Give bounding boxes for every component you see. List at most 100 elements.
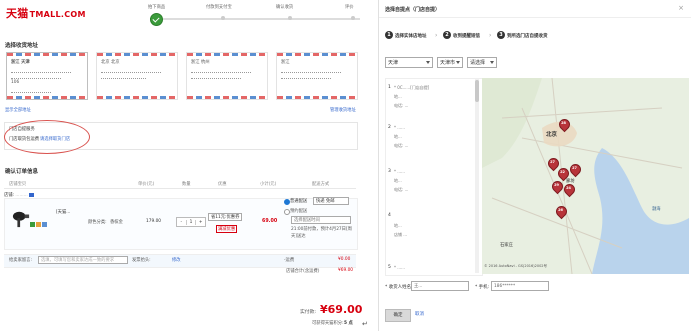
map-label-bohai: 渤海 <box>652 207 661 212</box>
phone-input[interactable]: 186****** <box>491 281 549 291</box>
col-header: 配送方式 <box>312 182 330 187</box>
progress-track <box>150 18 360 20</box>
show-all-addresses-link[interactable]: 显示全部地址 <box>5 107 31 113</box>
confirm-button[interactable]: 确定 <box>385 309 411 322</box>
dialog-step-label: 选择实体店地址 <box>395 34 427 39</box>
address-card-selected[interactable]: 浙江 天津 106 <box>6 52 88 100</box>
col-header: 数量 <box>182 182 191 187</box>
total-amount: ¥69.00 <box>320 303 363 316</box>
qty-value[interactable]: 1 <box>185 219 196 225</box>
store-total-value: ¥69.00 <box>338 268 354 273</box>
map-label-beijing: 北京 <box>546 132 558 138</box>
district-select[interactable]: 请选择 <box>467 57 497 68</box>
shipping-fee-label: -运费 <box>284 258 295 263</box>
shipping-method-select[interactable]: 快递 免邮 <box>313 197 349 205</box>
discount-tag: 满减优惠 <box>216 225 238 233</box>
address-card[interactable]: 浙江 <box>276 52 358 100</box>
discount-select[interactable]: 省11元:优惠券 <box>208 213 242 221</box>
item-price: 179.00 <box>146 219 162 224</box>
step-done-icon <box>150 13 163 26</box>
checkout-page: 天猫TMALL.COM 拍下商品 付款到支付宝 确认收货 评价 选择收货地址 浙… <box>0 0 362 331</box>
item-title[interactable]: [天猫... <box>56 209 70 215</box>
invoice-edit-link[interactable]: 修改 <box>172 257 181 263</box>
chevron-down-icon <box>456 61 460 64</box>
invoice-label: 发票抬头: <box>132 258 151 263</box>
step-dot-icon <box>351 16 355 20</box>
cancel-link[interactable]: 取消 <box>415 311 424 317</box>
step-number-icon: 2 <box>443 31 451 39</box>
step-label-3: 确认收货 <box>276 5 294 10</box>
address-card[interactable]: 北京 北京 <box>96 52 178 100</box>
item-subtotal: 69.00 <box>262 219 278 224</box>
step-number-icon: 1 <box>385 31 393 39</box>
map-label-shijiazhuang: 石家庄 <box>500 243 513 248</box>
hair-dryer-thumbnail[interactable] <box>12 210 30 228</box>
store-list-item[interactable]: 4 地... 店铺 ... <box>388 213 474 253</box>
item-color-value: 香槟金 <box>110 220 123 225</box>
col-header: 单价(元) <box>138 182 155 187</box>
qty-minus-button[interactable]: - <box>177 220 186 225</box>
step-label-1: 拍下商品 <box>148 5 166 10</box>
col-header: 店铺宝贝 <box>9 182 27 187</box>
tmall-logo[interactable]: 天猫TMALL.COM <box>6 5 86 21</box>
address-region: 浙江 天津 <box>11 60 30 65</box>
quantity-stepper[interactable]: - 1 + <box>176 217 206 227</box>
arrow-right-icon: › <box>435 32 438 39</box>
store-picker-dialog: 选择自提点（门店自提） × 1 选择实体店地址 › 2 收到提醒短信 › 3 到… <box>378 0 691 331</box>
recipient-name-label: * 收货人姓名: <box>385 285 413 290</box>
manage-addresses-link[interactable]: 管理收货地址 <box>330 107 356 113</box>
address-region: 浙江 <box>281 60 290 65</box>
step-dot-icon <box>221 16 225 20</box>
message-label: 给卖家留言: <box>9 258 32 263</box>
store-list-item[interactable]: 3 * ...... 地... 电话: ... <box>388 169 474 205</box>
store-list-item[interactable]: 5 * ...... <box>388 265 474 275</box>
dialog-step-label: 收到提醒短信 <box>453 34 480 39</box>
list-scrollbar-thumb[interactable] <box>475 80 479 102</box>
phone-label: * 手机: <box>475 285 490 290</box>
step-label-2: 付款到支付宝 <box>206 5 232 10</box>
chevron-down-icon <box>490 61 494 64</box>
service-icon <box>30 222 35 227</box>
store-list-item[interactable]: 2 * ...... 地... 电话: ... <box>388 125 474 161</box>
step-label-4: 评价 <box>345 5 354 10</box>
chevron-down-icon <box>426 61 430 64</box>
province-select[interactable]: 天津 <box>385 57 433 68</box>
step-dot-icon <box>288 16 292 20</box>
points-value: 5 点 <box>344 321 353 326</box>
close-icon[interactable]: × <box>677 4 685 12</box>
store-map[interactable]: 北京 渤海 石家庄 廊坊 © 2016 AutoNavi - GS(2016)2… <box>482 78 689 274</box>
order-table-header: 店铺宝贝 单价(元) 数量 优惠 小计(元) 配送方式 <box>4 180 356 189</box>
list-scrollbar[interactable] <box>475 79 479 273</box>
delivery-time-input[interactable]: 选择配送时间 <box>291 216 351 224</box>
qty-plus-button[interactable]: + <box>195 219 205 225</box>
dialog-title: 选择自提点（门店自提） <box>385 7 441 13</box>
address-detail: 106 <box>11 80 20 85</box>
col-header: 优惠 <box>218 182 227 187</box>
seller-message-input[interactable]: 选填，可填写您和卖家达成一致的要求 <box>38 256 128 264</box>
step-number-icon: 3 <box>497 31 505 39</box>
store-list[interactable]: 1 * 0C......[门店自提] 地... 电话: ... 2 * ....… <box>385 78 483 276</box>
store-total-label: 店铺合计(含运费) <box>286 269 320 274</box>
arrow-right-icon: › <box>489 32 492 39</box>
service-icon <box>42 222 47 227</box>
address-card[interactable]: 浙江 杭州 <box>186 52 268 100</box>
ship-standard-label: 普通配送 <box>290 199 308 204</box>
address-region: 浙江 杭州 <box>191 60 210 65</box>
ship-scheduled-label: 预约配送 <box>290 209 308 214</box>
item-color-label: 颜色分类: <box>88 220 107 225</box>
total-label: 实付款: <box>300 310 317 315</box>
recipient-name-input[interactable]: 王... <box>411 281 469 291</box>
ship-note: 21:00前付款，预计4月27日[周 <box>291 227 352 232</box>
map-copyright: © 2016 AutoNavi - GS(2016)2002号 <box>484 264 548 268</box>
city-select[interactable]: 天津市 <box>437 57 463 68</box>
dialog-step-label: 到所选门店自提收货 <box>507 34 548 39</box>
return-icon: ↵ <box>362 320 368 328</box>
address-region: 北京 北京 <box>101 60 120 65</box>
shipping-fee-value: ¥0.00 <box>338 257 351 262</box>
section-title-address: 选择收货地址 <box>5 43 39 49</box>
col-header: 小计(元) <box>260 182 277 187</box>
section-title-confirm: 确认订单信息 <box>5 169 39 175</box>
store-list-item[interactable]: 1 * 0C......[门店自提] 地... 电话: ... <box>388 85 474 121</box>
ship-note: 天]送达 <box>291 234 306 239</box>
service-icon <box>36 222 41 227</box>
